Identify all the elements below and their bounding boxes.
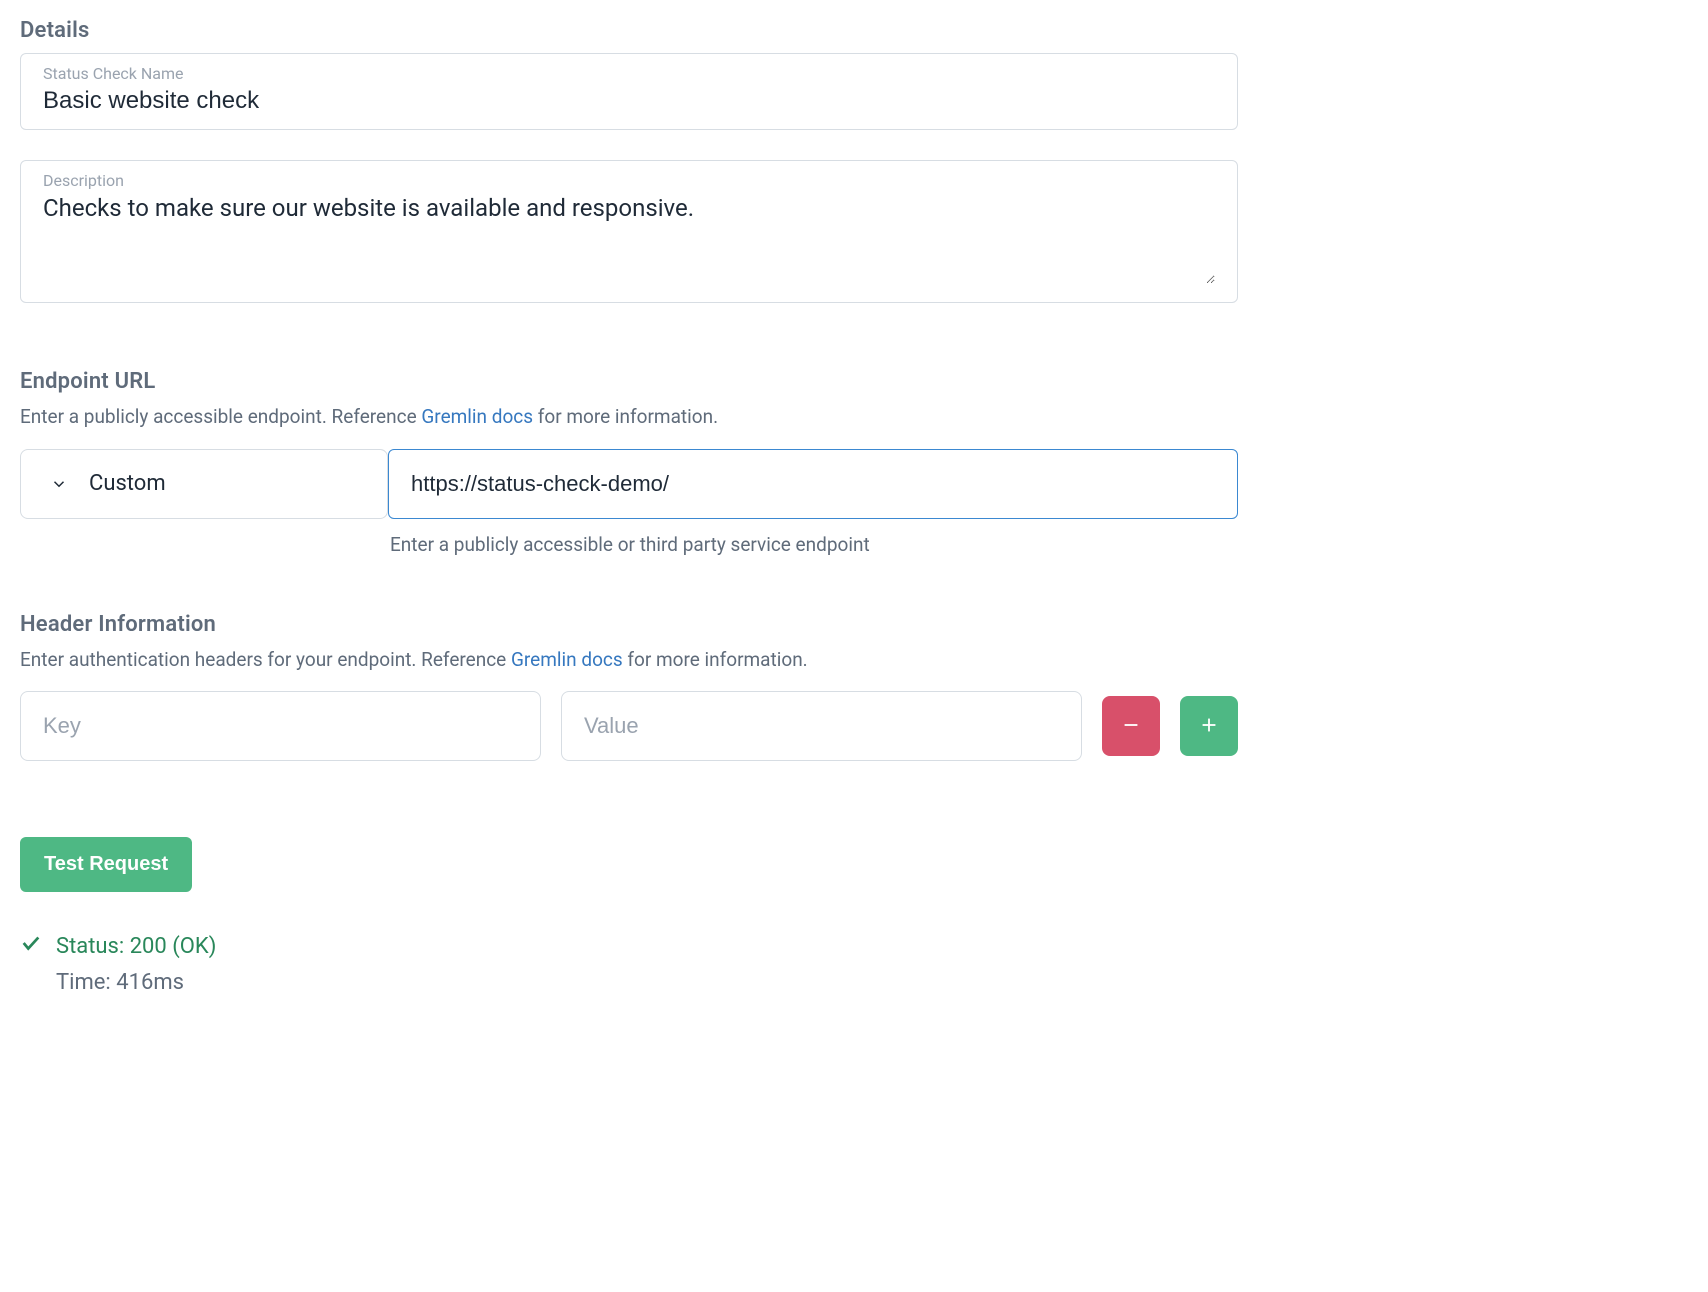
endpoint-docs-link[interactable]: Gremlin docs	[421, 405, 533, 428]
chevron-down-icon	[49, 474, 69, 494]
header-key-input[interactable]	[20, 691, 541, 761]
plus-icon	[1198, 714, 1220, 739]
minus-icon	[1120, 714, 1142, 739]
status-text: Status: 200 (OK)	[56, 934, 216, 959]
endpoint-helper-pre: Enter a publicly accessible endpoint. Re…	[20, 405, 421, 428]
endpoint-heading: Endpoint URL	[20, 369, 1238, 394]
endpoint-helper-post: for more information.	[533, 405, 718, 428]
add-header-button[interactable]	[1180, 696, 1238, 756]
endpoint-url-hint: Enter a publicly accessible or third par…	[390, 533, 1238, 556]
header-helper-post: for more information.	[623, 648, 808, 671]
description-field[interactable]: Description	[20, 160, 1238, 303]
header-info-helper: Enter authentication headers for your en…	[20, 647, 1238, 674]
header-value-input[interactable]	[561, 691, 1082, 761]
status-check-name-label: Status Check Name	[43, 64, 1215, 83]
endpoint-helper: Enter a publicly accessible endpoint. Re…	[20, 404, 1238, 431]
check-icon	[20, 932, 42, 960]
test-request-button[interactable]: Test Request	[20, 837, 192, 892]
header-helper-pre: Enter authentication headers for your en…	[20, 648, 511, 671]
time-text: Time: 416ms	[56, 970, 184, 995]
remove-header-button[interactable]	[1102, 696, 1160, 756]
status-check-name-field[interactable]: Status Check Name	[20, 53, 1238, 130]
details-heading: Details	[20, 18, 1238, 43]
endpoint-type-select[interactable]: Custom	[20, 449, 388, 519]
description-input[interactable]	[43, 194, 1215, 284]
test-results: Status: 200 (OK) Time: 416ms	[20, 932, 1238, 995]
status-line: Status: 200 (OK)	[20, 932, 1238, 960]
header-row	[20, 691, 1238, 761]
header-info-heading: Header Information	[20, 612, 1238, 637]
endpoint-url-input[interactable]	[388, 449, 1238, 519]
header-docs-link[interactable]: Gremlin docs	[511, 648, 623, 671]
status-check-name-input[interactable]	[43, 87, 1215, 115]
endpoint-type-value: Custom	[89, 471, 166, 496]
time-line: Time: 416ms	[20, 970, 1238, 995]
description-label: Description	[43, 171, 1215, 190]
